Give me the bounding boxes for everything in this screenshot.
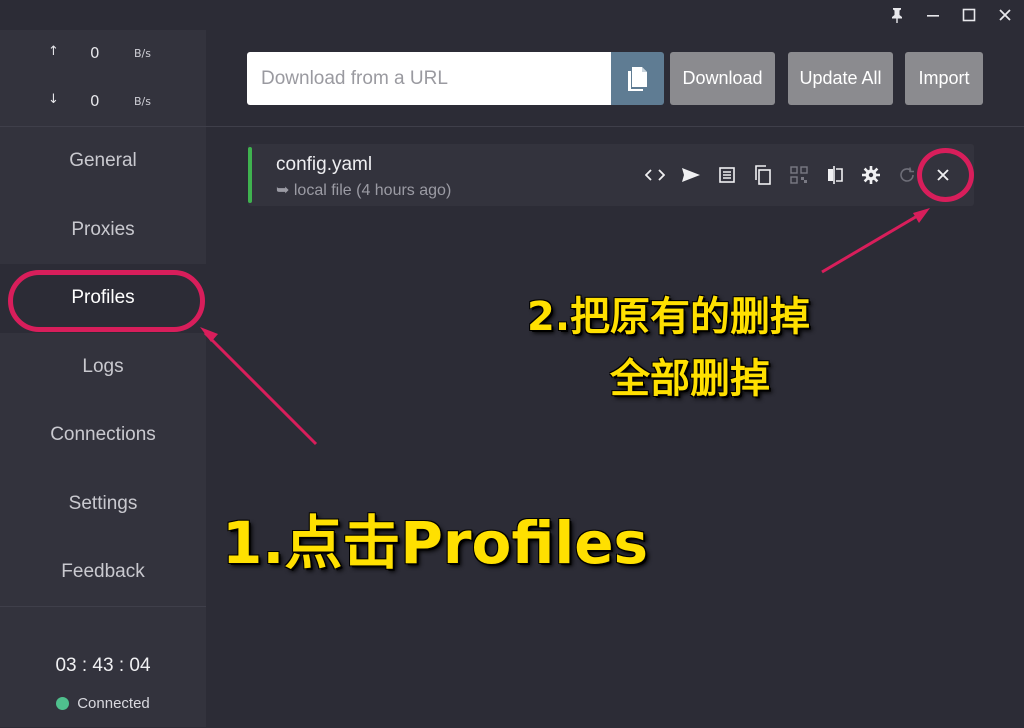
profiles-toolbar: Download Update All Import xyxy=(206,30,1024,127)
sidebar-item-proxies[interactable]: Proxies xyxy=(0,196,206,265)
traffic-monitor: ↑ 0 B/s ↓ 0 B/s xyxy=(0,30,206,127)
upload-arrow-icon: ↑ xyxy=(48,44,59,59)
active-indicator xyxy=(248,147,252,203)
copy-icon[interactable] xyxy=(752,164,774,186)
redirect-arrow-icon: ➥ xyxy=(276,182,290,199)
profile-name: config.yaml xyxy=(276,154,373,175)
paste-button[interactable] xyxy=(611,52,664,105)
update-all-button[interactable]: Update All xyxy=(788,52,893,105)
upload-speed: ↑ 0 B/s xyxy=(0,44,206,68)
close-icon[interactable] xyxy=(992,4,1018,26)
sidebar-item-label: Settings xyxy=(68,492,138,514)
sidebar-item-connections[interactable]: Connections xyxy=(0,401,206,470)
sidebar-item-label: Connections xyxy=(50,424,156,446)
download-button[interactable]: Download xyxy=(670,52,775,105)
connection-status[interactable]: Connected xyxy=(0,695,206,712)
maximize-icon[interactable] xyxy=(956,4,982,26)
sidebar-nav: General Proxies Profiles Logs Connection… xyxy=(0,127,206,607)
profiles-highlight-ring xyxy=(8,270,205,332)
annotation-step1: 1.点击Profiles xyxy=(222,509,649,577)
send-icon[interactable] xyxy=(680,164,702,186)
status-label: Connected xyxy=(77,695,150,712)
import-button[interactable]: Import xyxy=(905,52,983,105)
refresh-icon[interactable] xyxy=(896,164,918,186)
qrcode-icon[interactable] xyxy=(788,164,810,186)
sidebar-item-settings[interactable]: Settings xyxy=(0,470,206,539)
uptime-clock: 03 : 43 : 04 xyxy=(55,655,151,676)
compare-icon[interactable] xyxy=(824,164,846,186)
profile-source: ➥ local file (4 hours ago) xyxy=(276,180,451,200)
sidebar: ↑ 0 B/s ↓ 0 B/s General Proxies Profiles… xyxy=(0,30,206,727)
sidebar-footer: 03 : 43 : 04 Connected xyxy=(0,606,206,728)
download-value: 0 xyxy=(90,92,100,110)
sidebar-item-general[interactable]: General xyxy=(0,127,206,196)
status-dot-icon xyxy=(56,697,70,710)
upload-value: 0 xyxy=(90,44,100,62)
annotation-step2-line2: 全部删掉 xyxy=(610,356,770,402)
profile-source-text: local file (4 hours ago) xyxy=(293,182,452,199)
sidebar-item-label: Proxies xyxy=(71,218,135,240)
settings-gear-icon[interactable] xyxy=(860,164,882,186)
download-arrow-icon: ↓ xyxy=(48,92,59,107)
paste-icon xyxy=(627,66,647,91)
list-icon[interactable] xyxy=(716,164,738,186)
profile-item[interactable]: config.yaml ➥ local file (4 hours ago) xyxy=(248,144,974,206)
url-input[interactable] xyxy=(247,52,611,105)
download-unit: B/s xyxy=(134,95,151,108)
sidebar-item-logs[interactable]: Logs xyxy=(0,333,206,402)
sidebar-item-label: Logs xyxy=(82,355,124,377)
sidebar-item-label: Feedback xyxy=(61,561,145,583)
code-icon[interactable] xyxy=(644,164,666,186)
sidebar-item-label: General xyxy=(69,150,137,172)
sidebar-item-feedback[interactable]: Feedback xyxy=(0,538,206,607)
minimize-icon[interactable] xyxy=(920,4,946,26)
annotation-step2-line1: 2.把原有的删掉 xyxy=(527,294,811,340)
delete-highlight-ring xyxy=(917,148,974,202)
title-bar xyxy=(0,0,1024,30)
download-speed: ↓ 0 B/s xyxy=(0,92,206,116)
upload-unit: B/s xyxy=(134,47,151,60)
pin-icon[interactable] xyxy=(884,4,910,26)
